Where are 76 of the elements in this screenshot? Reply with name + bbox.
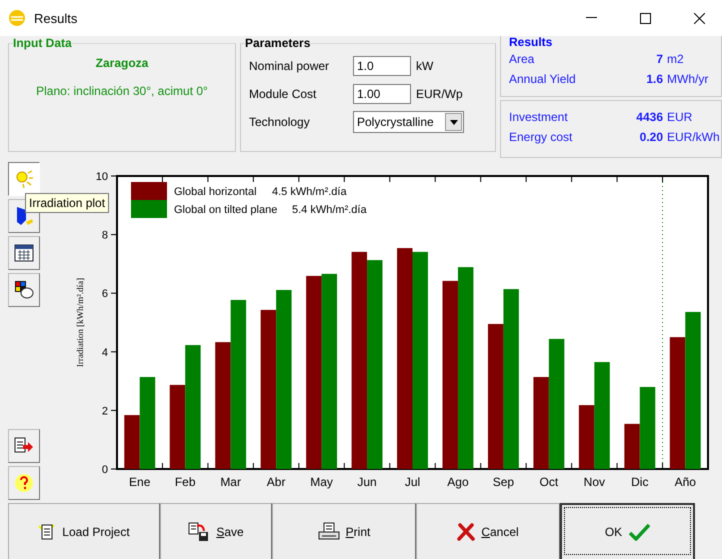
plane-text: Plano: inclinación 30°, acimut 0° [35,84,209,98]
legend-value: 5.4 kWh/m².día [292,204,366,216]
close-icon [457,522,476,540]
maximize-icon [640,12,650,24]
month-label: Dic [630,475,648,489]
check-icon [628,522,650,542]
export-icon [14,437,34,455]
month-label: Jun [357,475,376,489]
app-icon [8,9,26,27]
month-label: Mar [220,475,241,489]
result-label: Energy cost [509,130,574,144]
legend-swatch [130,182,167,200]
tick-label: 8 [102,230,108,242]
legend-value: 4.5 kWh/m².día [272,186,346,198]
tick-label: 6 [102,288,108,300]
action-button[interactable]: Cancel [416,503,560,559]
unit-label: MWh/yr [667,72,710,86]
legend-label: Global horizontal [174,186,256,198]
toolbar-button[interactable] [8,429,40,463]
ok-button[interactable]: OK [560,503,695,559]
calendar-icon [14,244,34,262]
result-label: Annual Yield [509,72,577,86]
result-label: Area [509,52,536,66]
document-icon [38,522,56,540]
unit-label: EUR/kWh [667,130,717,144]
action-button[interactable]: Save [160,503,272,559]
tooltip: Irradiation plot [25,193,110,213]
panel-title: Input Data [13,36,72,50]
help-icon [14,473,34,493]
unit-label: kW [416,59,434,73]
month-label: Feb [174,475,196,489]
month-label: Ago [447,475,468,489]
field-label: Nominal power [249,59,330,73]
panel-title: Results [509,35,554,49]
result-value: 1.6 [646,72,663,86]
palette-icon [14,280,34,300]
sun-icon [14,169,34,189]
unit-label: m2 [667,52,685,66]
legend-label: Global on tilted plane [174,204,278,216]
dropdown[interactable]: Polycrystalline [353,111,464,133]
close-icon [694,12,704,24]
result-value: 4436 [636,110,663,124]
month-label: Oct [539,475,558,489]
tick-label: 2 [102,405,108,418]
input-field[interactable]: 1.00 [353,84,411,104]
unit-label: EUR [667,110,694,124]
tick-label: 4 [102,346,108,359]
result-label: Investment [509,110,569,124]
axis-title: Irradiation [kWh/m².día] [74,278,85,368]
window-title: Results [34,10,78,26]
field-label: Technology [249,115,311,129]
save-icon [188,522,210,542]
unit-label: EUR/Wp [416,87,463,101]
minimize-icon [586,17,596,19]
toolbar-button[interactable] [8,236,40,270]
action-button[interactable]: Print [272,503,416,559]
tick-label: 10 [96,171,108,183]
tick-label: 0 [102,464,108,476]
input-field[interactable]: 1.0 [353,56,411,76]
month-label: Abr [266,475,286,489]
caret-icon [450,120,458,124]
month-label: Sep [492,475,514,489]
month-label: May [310,475,333,489]
toolbar-button[interactable] [8,273,40,307]
month-label: Nov [583,475,605,489]
result-value: 7 [656,52,663,66]
panel-title: Parameters [245,36,310,50]
action-button[interactable]: Load Project [8,503,160,559]
month-label: Jul [404,475,420,489]
field-label: Module Cost [249,87,318,101]
result-value: 0.20 [640,130,663,144]
location-text: Zaragoza [94,56,150,70]
month-label: Año [674,475,696,489]
legend-swatch [130,200,167,218]
month-label: Ene [128,475,150,489]
printer-icon [318,522,340,542]
